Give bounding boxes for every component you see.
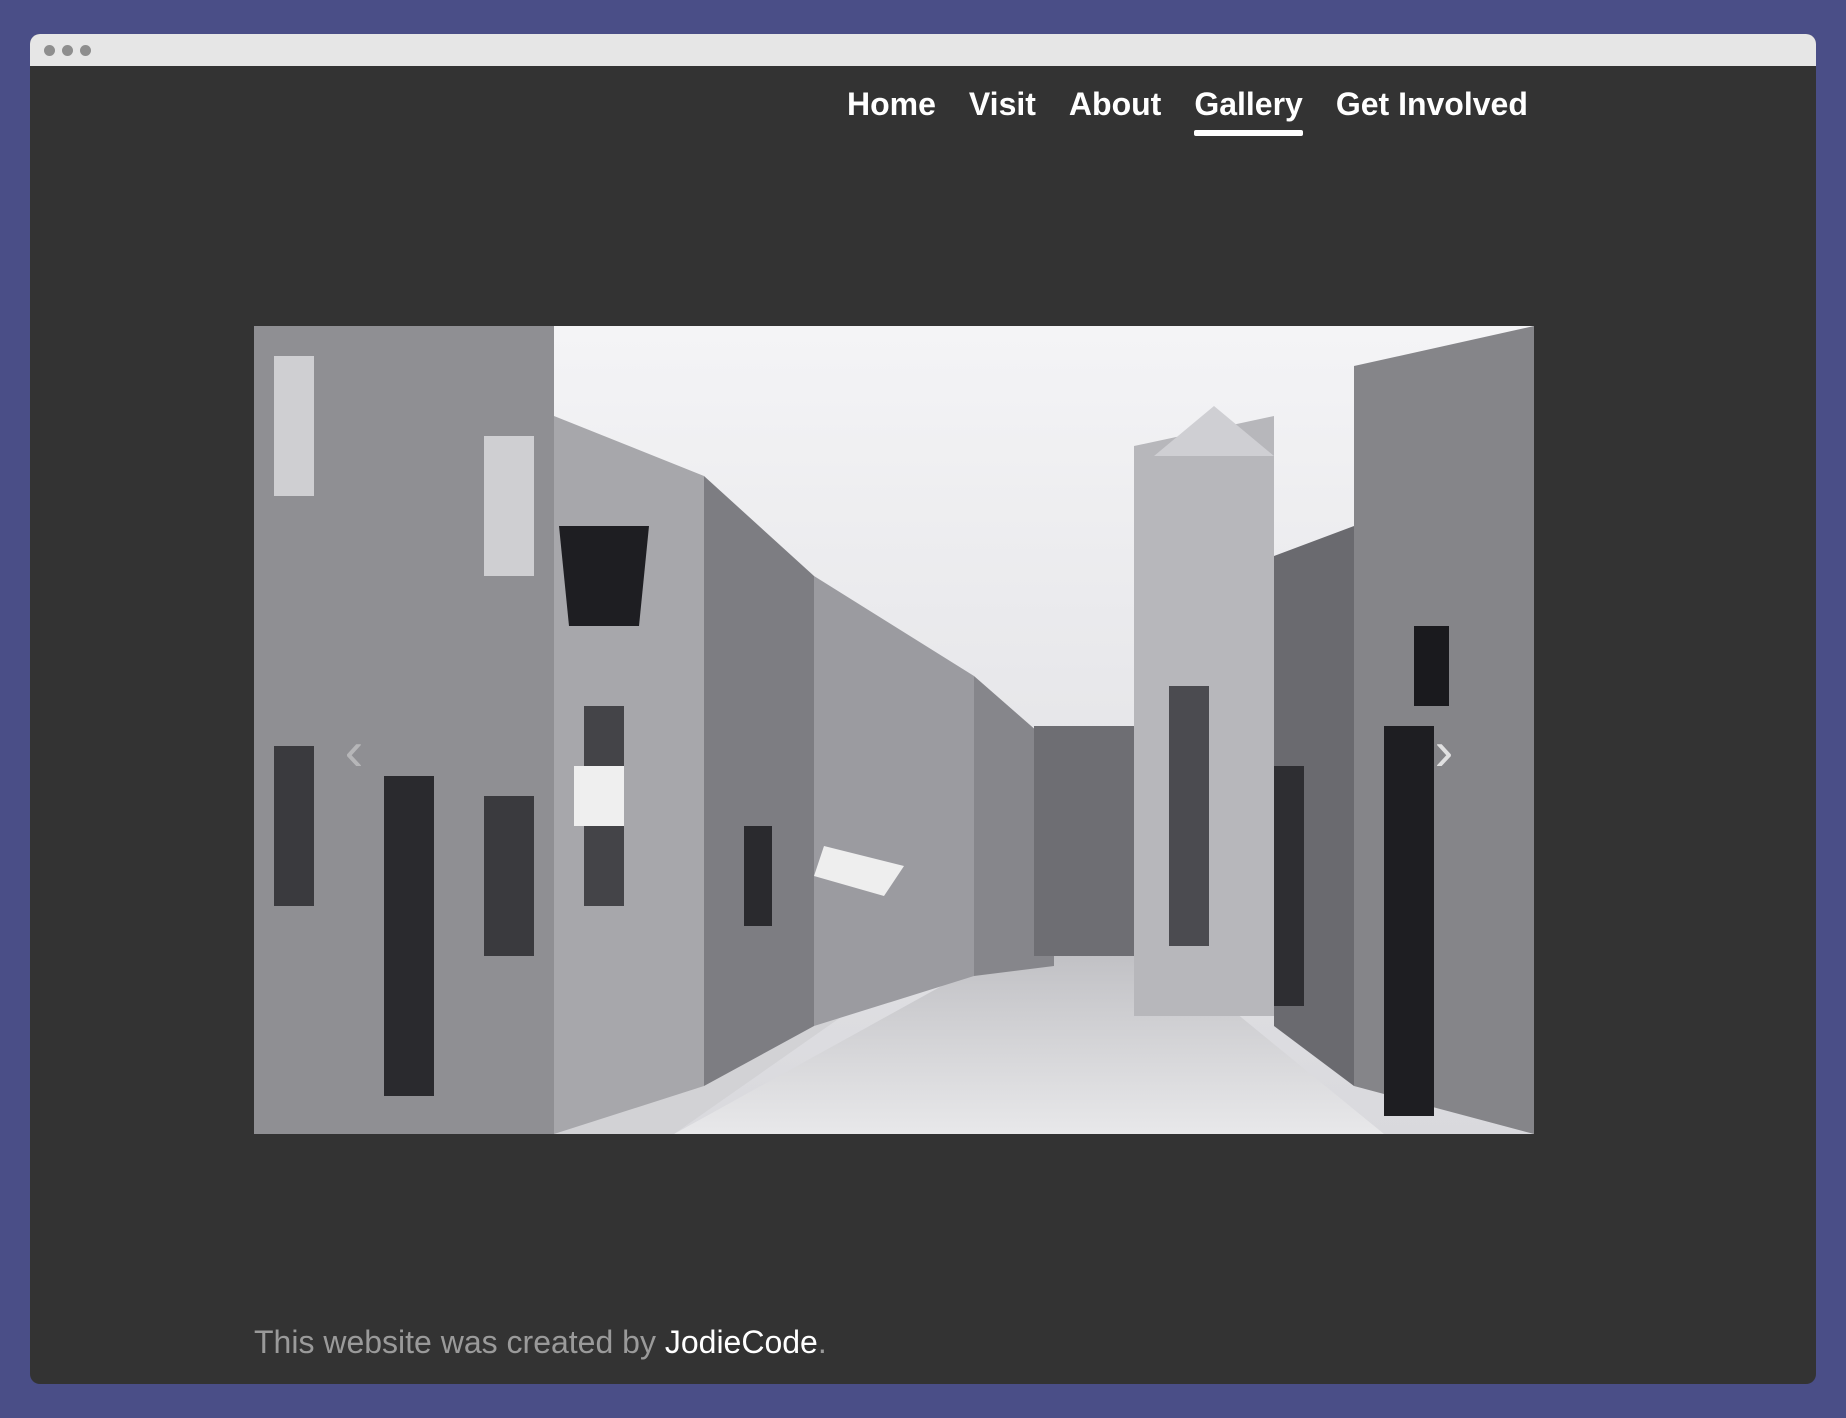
maximize-dot-icon[interactable] <box>80 45 91 56</box>
carousel-prev-button[interactable]: ‹ <box>324 721 384 781</box>
nav-about-link[interactable]: About <box>1069 82 1161 126</box>
minimize-dot-icon[interactable] <box>62 45 73 56</box>
footer-credit: This website was created by JodieCode. <box>254 1324 827 1361</box>
browser-window: Home Visit About Gallery Get Involved ‹ … <box>30 34 1816 1384</box>
chevron-right-icon: › <box>1434 719 1454 782</box>
carousel-next-button[interactable]: › <box>1414 721 1474 781</box>
footer-suffix: . <box>817 1324 827 1360</box>
nav-visit-link[interactable]: Visit <box>969 82 1036 126</box>
main-nav: Home Visit About Gallery Get Involved <box>847 82 1528 136</box>
footer-text: This website was created by <box>254 1324 665 1360</box>
nav-home-link[interactable]: Home <box>847 82 936 126</box>
close-dot-icon[interactable] <box>44 45 55 56</box>
nav-gallery-link[interactable]: Gallery <box>1194 82 1303 136</box>
gallery-carousel-image: ‹ › <box>254 326 1534 1134</box>
footer-author-link[interactable]: JodieCode <box>665 1324 818 1360</box>
chevron-left-icon: ‹ <box>344 719 364 782</box>
nav-get-involved-link[interactable]: Get Involved <box>1336 82 1528 126</box>
window-controls <box>44 45 91 56</box>
window-titlebar <box>30 34 1816 66</box>
street-photo <box>254 326 1534 1134</box>
